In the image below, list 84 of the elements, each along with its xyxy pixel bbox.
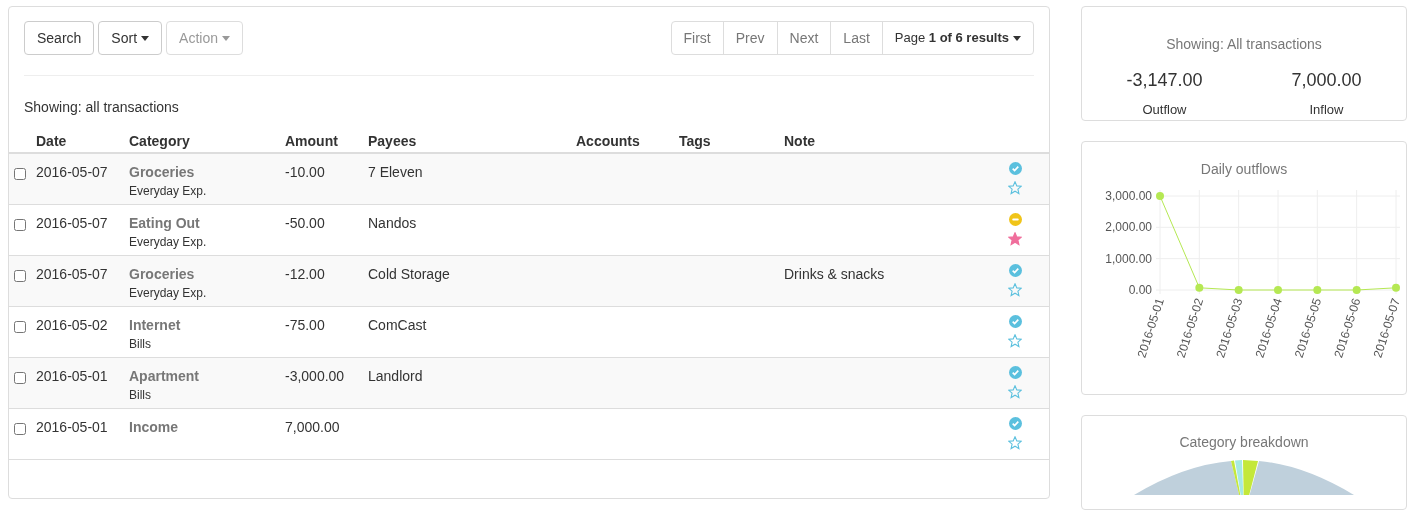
stat-label: Outflow bbox=[1142, 101, 1187, 119]
category-group: Everyday Exp. bbox=[129, 233, 207, 251]
star-icon[interactable] bbox=[1008, 385, 1022, 399]
column-header: Note bbox=[784, 132, 817, 151]
page-menu-button[interactable]: Page 1 of 6 results bbox=[882, 22, 1033, 54]
transaction-row[interactable]: 2016-05-01 Apartment Bills -3,000.00 Landlord bbox=[9, 358, 1049, 409]
row-checkbox[interactable] bbox=[14, 321, 26, 333]
star-icon[interactable] bbox=[1008, 334, 1022, 348]
category-name[interactable]: Internet bbox=[129, 315, 181, 335]
pagination-link[interactable]: Prev bbox=[723, 22, 778, 54]
column-header: Payees bbox=[368, 132, 418, 151]
stat-label: Inflow bbox=[1309, 101, 1344, 119]
date-cell-text: 2016-05-07 bbox=[36, 214, 109, 233]
category-name[interactable]: Eating Out bbox=[129, 213, 200, 233]
transaction-row[interactable]: 2016-05-07 Groceries Everyday Exp. -10.00 7 Eleven bbox=[9, 154, 1049, 205]
y-tick-label: 0.00 bbox=[1128, 282, 1152, 297]
row-checkbox[interactable] bbox=[14, 219, 26, 231]
column-header: Accounts bbox=[576, 132, 641, 151]
payee-cell: Cold Storage bbox=[368, 266, 450, 282]
transaction-row[interactable]: 2016-05-07 Groceries Everyday Exp. -12.00 Cold Storage Drinks & snacks bbox=[9, 256, 1049, 307]
showing-label: Showing: all transactions bbox=[23, 98, 180, 117]
amount-cell-text: -12.00 bbox=[285, 265, 326, 284]
category-name[interactable]: Income bbox=[129, 417, 178, 437]
data-point bbox=[1195, 283, 1204, 292]
star-icon[interactable] bbox=[1008, 436, 1022, 450]
check-circle-icon[interactable] bbox=[1008, 366, 1022, 379]
payee-cell: 7 Eleven bbox=[368, 164, 423, 180]
minus-circle-icon[interactable] bbox=[1008, 213, 1022, 226]
check-circle-icon[interactable] bbox=[1008, 315, 1022, 328]
stat-value: -3,147.00 bbox=[1126, 69, 1203, 92]
column-header: Date bbox=[36, 132, 68, 151]
check-circle-icon[interactable] bbox=[1008, 417, 1022, 430]
row-checkbox[interactable] bbox=[14, 372, 26, 384]
date-cell-text: 2016-05-02 bbox=[36, 316, 109, 335]
star-icon[interactable] bbox=[1008, 181, 1022, 195]
data-point bbox=[1352, 285, 1361, 294]
column-header: Tags bbox=[679, 132, 712, 151]
amount-cell-text: -75.00 bbox=[285, 316, 326, 335]
row-checkbox[interactable] bbox=[14, 423, 26, 435]
chart-title: Daily outflows bbox=[1200, 159, 1288, 179]
chart-title: Category breakdown bbox=[1179, 432, 1309, 452]
row-checkbox[interactable] bbox=[14, 168, 26, 180]
data-point bbox=[1234, 285, 1243, 294]
star-icon[interactable] bbox=[1008, 283, 1022, 297]
date-cell-text: 2016-05-07 bbox=[36, 163, 109, 182]
check-circle-icon[interactable] bbox=[1008, 264, 1022, 277]
category-name[interactable]: Groceries bbox=[129, 162, 195, 182]
caret-icon bbox=[1013, 35, 1021, 41]
note-cell: Drinks & snacks bbox=[784, 266, 885, 282]
date-cell-text: 2016-05-07 bbox=[36, 265, 109, 284]
category-group: Bills bbox=[129, 386, 151, 404]
amount-cell-text: -3,000.00 bbox=[285, 367, 346, 386]
column-header: Category bbox=[129, 132, 191, 151]
amount-cell-text: -50.00 bbox=[285, 214, 326, 233]
row-checkbox[interactable] bbox=[14, 270, 26, 282]
payee-cell: ComCast bbox=[368, 317, 427, 333]
amount-cell-text: -10.00 bbox=[285, 163, 326, 182]
date-cell-text: 2016-05-01 bbox=[36, 418, 109, 437]
data-point bbox=[1156, 191, 1164, 200]
payee-cell: Nandos bbox=[368, 215, 417, 231]
star-icon[interactable] bbox=[1008, 232, 1022, 246]
amount-cell-text: 7,000.00 bbox=[285, 418, 341, 437]
category-group: Everyday Exp. bbox=[129, 284, 207, 302]
summary-title: Showing: All transactions bbox=[1166, 35, 1322, 54]
pagination-link[interactable]: First bbox=[671, 22, 724, 54]
category-group: Bills bbox=[129, 335, 151, 353]
pagination-link[interactable]: Last bbox=[831, 22, 883, 54]
data-point bbox=[1392, 283, 1400, 292]
column-header: Amount bbox=[285, 132, 339, 151]
y-tick-label: 3,000.00 bbox=[1105, 188, 1152, 203]
toolbar-button[interactable]: Search bbox=[24, 21, 95, 55]
y-tick-label: 2,000.00 bbox=[1105, 219, 1152, 234]
payee-cell: Landlord bbox=[368, 368, 423, 384]
data-point bbox=[1313, 285, 1322, 294]
stat-value: 7,000.00 bbox=[1291, 69, 1362, 92]
category-name[interactable]: Apartment bbox=[129, 366, 199, 386]
pagination-link[interactable]: Next bbox=[777, 22, 832, 54]
check-circle-icon[interactable] bbox=[1008, 162, 1022, 175]
date-cell-text: 2016-05-01 bbox=[36, 367, 109, 386]
data-point bbox=[1274, 285, 1282, 294]
category-group: Everyday Exp. bbox=[129, 182, 207, 200]
toolbar-button[interactable]: Sort bbox=[98, 21, 163, 55]
y-tick-label: 1,000.00 bbox=[1105, 251, 1152, 266]
category-name[interactable]: Groceries bbox=[129, 264, 195, 284]
